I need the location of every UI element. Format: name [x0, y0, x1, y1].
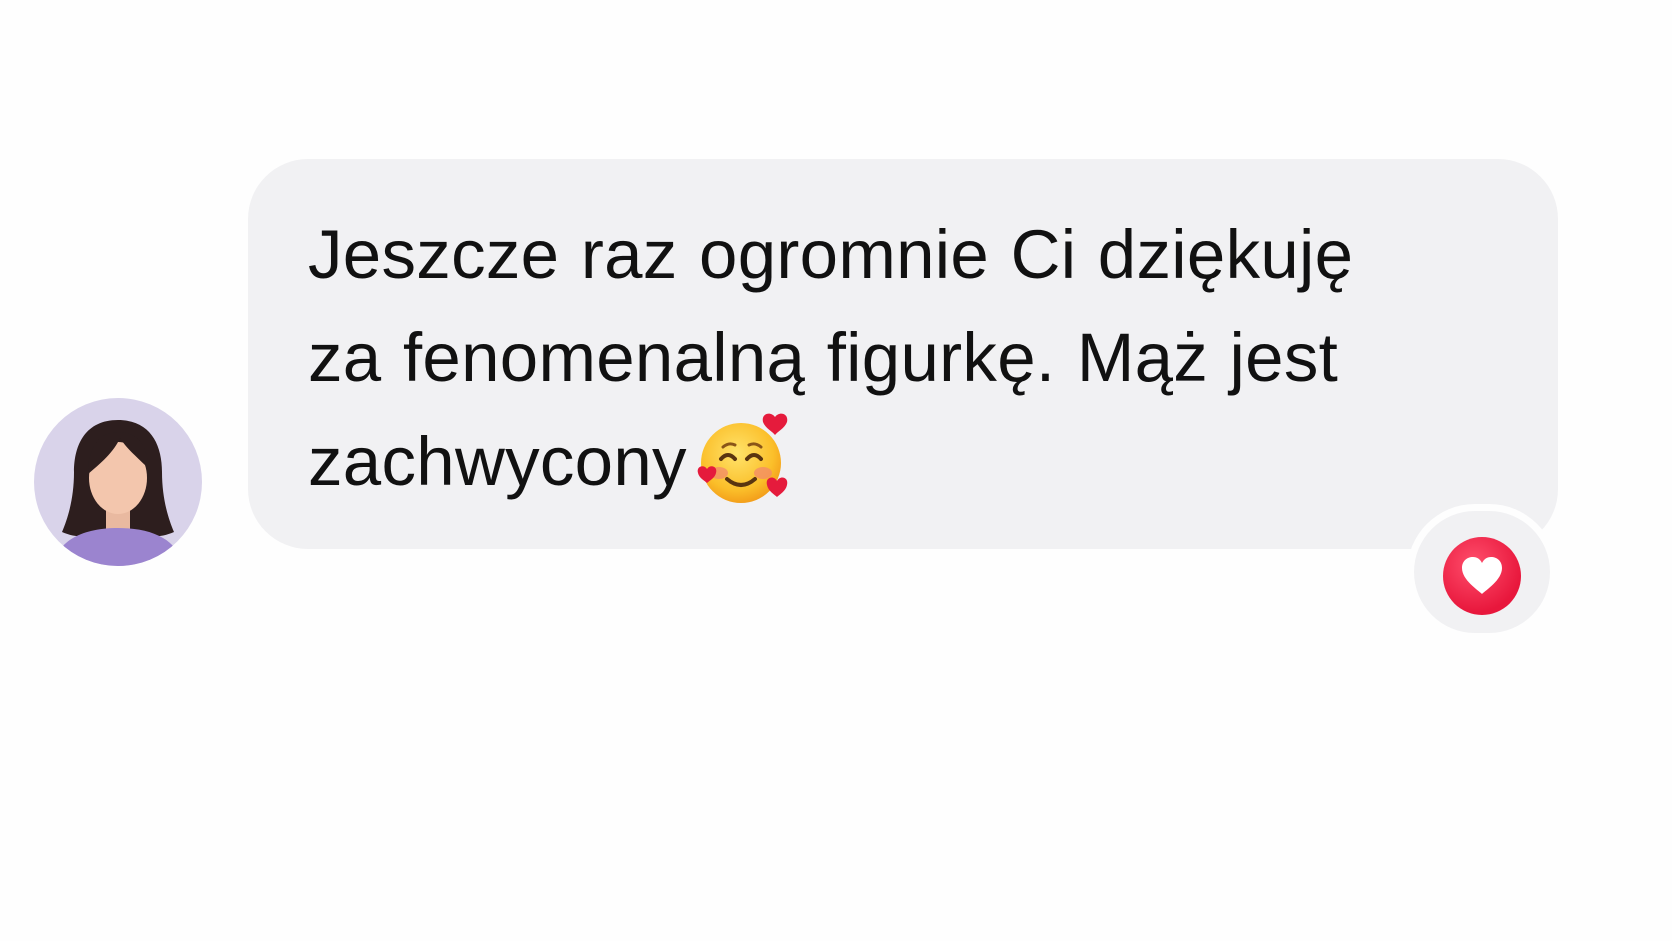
message-line-text: zachwycony	[308, 423, 687, 500]
message-bubble[interactable]: Jeszcze raz ogromnie Ci dziękuję za feno…	[248, 159, 1558, 549]
message-text: Jeszcze raz ogromnie Ci dziękuję za feno…	[308, 203, 1518, 513]
message-line: za fenomenalną figurkę. Mąż jest	[308, 319, 1339, 396]
message-line: zachwycony	[308, 409, 1518, 513]
heart-reaction	[1443, 537, 1521, 615]
smiling-face-with-hearts-icon	[693, 409, 793, 509]
woman-avatar-icon	[54, 420, 182, 566]
sender-avatar[interactable]	[34, 398, 202, 566]
heart-icon	[1462, 557, 1502, 594]
message-line: Jeszcze raz ogromnie Ci dziękuję	[308, 216, 1354, 293]
reaction-badge[interactable]	[1414, 511, 1550, 633]
chat-view: Jeszcze raz ogromnie Ci dziękuję za feno…	[0, 0, 1672, 941]
